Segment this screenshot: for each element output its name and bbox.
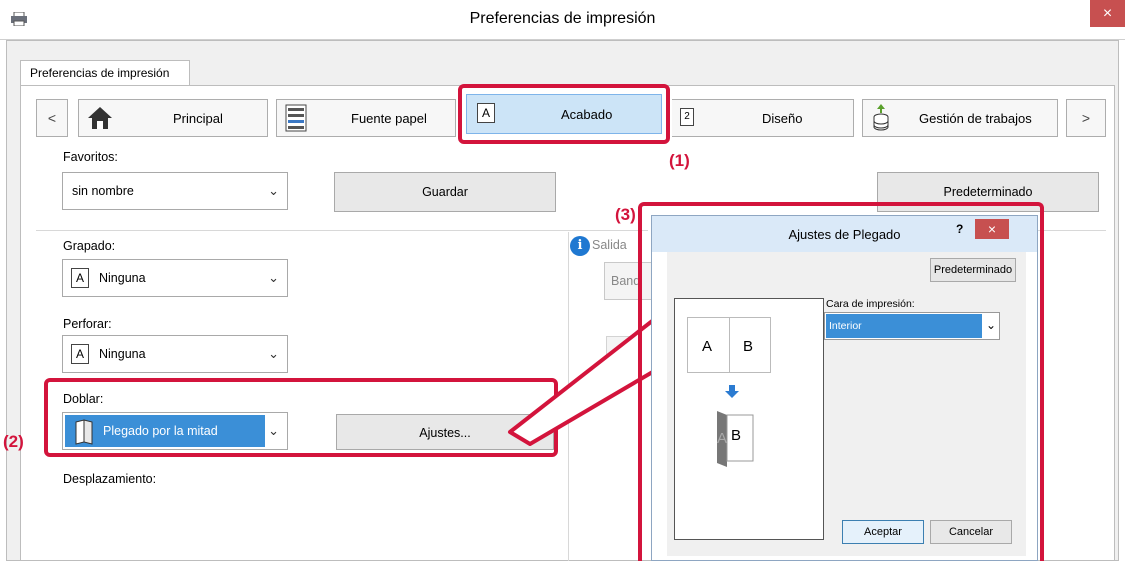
highlight-box-3 — [638, 202, 1044, 561]
callout-3: (3) — [615, 205, 636, 224]
